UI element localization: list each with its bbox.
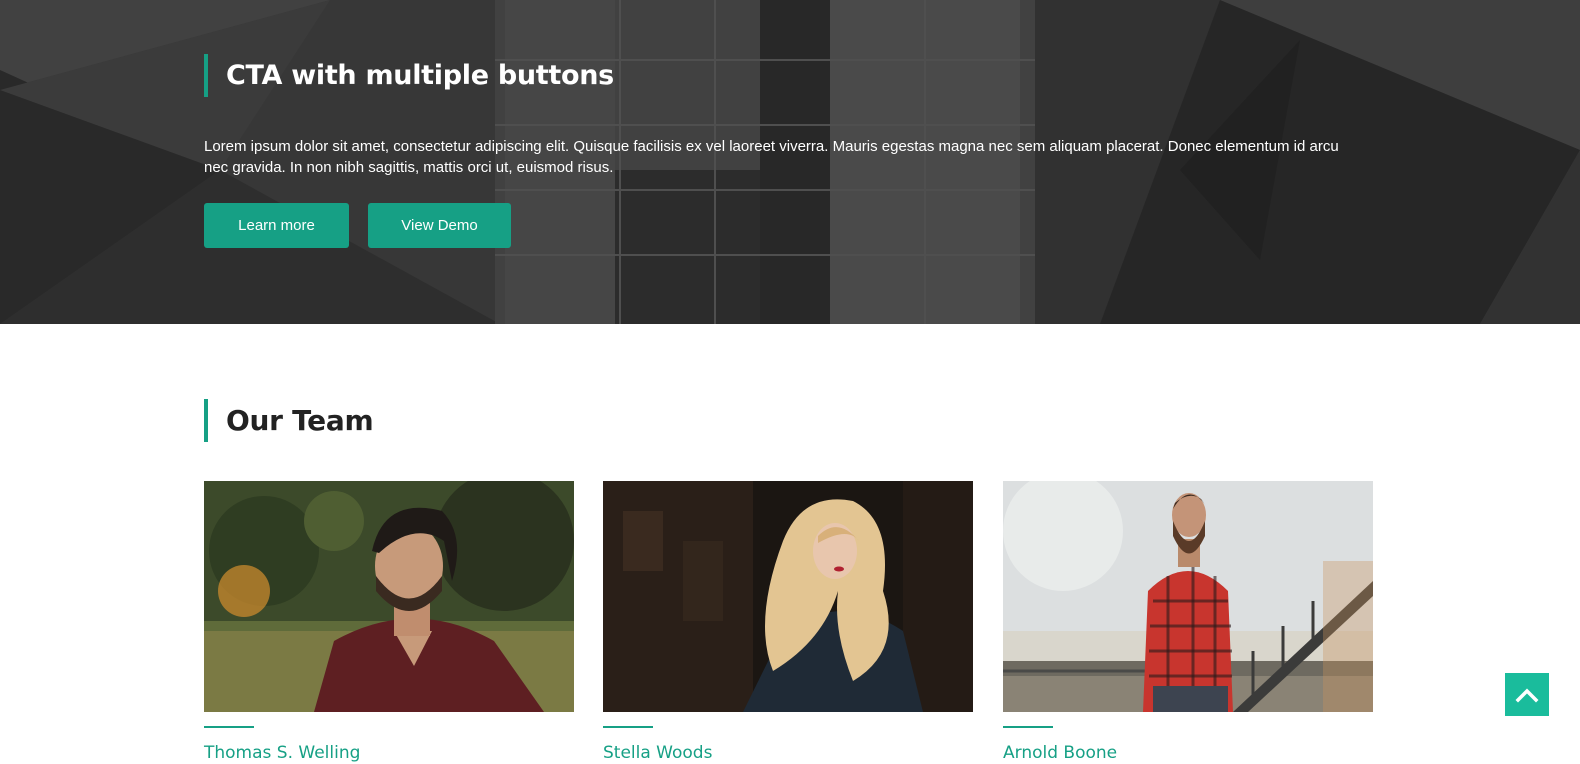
team-member-photo: [603, 481, 973, 712]
chevron-up-icon: [1515, 688, 1539, 702]
cta-section: CTA with multiple buttons Lorem ipsum do…: [0, 0, 1580, 324]
back-to-top-button[interactable]: [1505, 673, 1549, 716]
learn-more-button[interactable]: Learn more: [204, 203, 349, 248]
cta-content: CTA with multiple buttons Lorem ipsum do…: [204, 0, 1384, 324]
team-heading: Our Team: [204, 399, 374, 442]
cta-description: Lorem ipsum dolor sit amet, consectetur …: [204, 138, 1339, 176]
member-accent-rule: [1003, 726, 1053, 728]
team-member-name[interactable]: Arnold Boone: [1003, 743, 1117, 763]
team-member-photo: [204, 481, 574, 712]
cta-heading: CTA with multiple buttons: [204, 54, 614, 97]
team-member-photo: [1003, 481, 1373, 712]
member-accent-rule: [603, 726, 653, 728]
team-member-name[interactable]: Stella Woods: [603, 743, 712, 763]
member-accent-rule: [204, 726, 254, 728]
team-member-name[interactable]: Thomas S. Welling: [204, 743, 360, 763]
view-demo-button[interactable]: View Demo: [368, 203, 511, 248]
